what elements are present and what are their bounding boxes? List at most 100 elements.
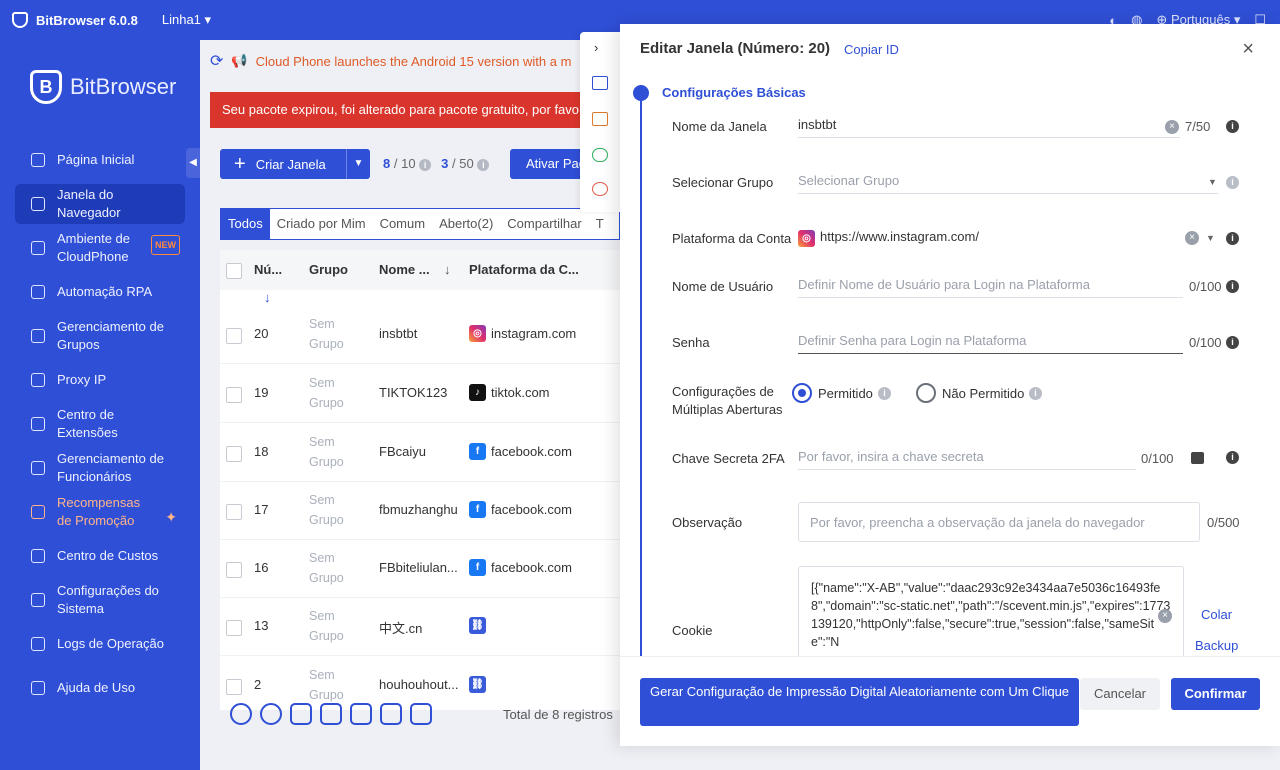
row-checkbox[interactable] [226,504,242,520]
close-icon[interactable]: × [1242,38,1254,61]
refresh-icon[interactable]: ⟳ [210,51,223,71]
sidebar-item-browser-window[interactable]: Janela do Navegador [15,184,185,224]
close-all-icon[interactable] [260,703,282,725]
tab-all[interactable]: Todos [221,209,270,239]
batch-close-icon[interactable] [290,703,312,725]
table-row[interactable]: 20 Sem Grupo insbtbt ◎ instagram.com [220,306,620,364]
select-all-checkbox[interactable] [226,263,242,279]
sidebar-item-proxy[interactable]: Proxy IP [15,370,185,390]
username-input[interactable]: Definir Nome de Usuário para Login na Pl… [798,274,1183,298]
announcement-text[interactable]: Cloud Phone launches the Android 15 vers… [256,54,572,69]
sidebar-item-extensions[interactable]: Centro de Extensões [15,406,185,442]
allowed-radio-label[interactable]: Permitido [818,386,873,401]
row-checkbox[interactable] [226,679,242,695]
clear-icon[interactable]: × [1165,120,1179,134]
info-icon[interactable]: i [1226,451,1239,464]
column-platform[interactable]: Plataforma da C... [469,262,579,277]
group-select[interactable]: Selecionar Grupo [798,170,1218,194]
row-checkbox[interactable] [226,387,242,403]
cookie-textarea[interactable]: [{"name":"X-AB","value":"daac293c92e3434… [798,566,1184,658]
sidebar-item-cloudphone[interactable]: Ambiente de CloudPhone NEW [15,230,185,266]
row-checkbox[interactable] [226,328,242,344]
row-checkbox[interactable] [226,446,242,462]
clear-icon[interactable]: × [1158,609,1172,623]
backup-cookie-link[interactable]: Backup [1195,638,1238,653]
ip-icon[interactable] [592,112,608,126]
observation-textarea[interactable]: Por favor, preencha a observação da jane… [798,502,1200,542]
table-row[interactable]: 19 Sem Grupo TIKTOK123 ♪ tiktok.com [220,365,620,423]
table-row[interactable]: 13 Sem Grupo 中文.cn ⛓ [220,598,620,656]
tab-created-by-me[interactable]: Criado por Mim [270,209,373,239]
info-icon[interactable]: i [1029,387,1042,400]
window-icon[interactable] [350,703,372,725]
row-group: Sem Grupo [309,551,344,585]
sidebar-item-settings[interactable]: Configurações do Sistema [15,582,185,618]
sidebar-item-label: Ambiente de CloudPhone [57,231,130,264]
activate-package-button[interactable]: Ativar Pac [510,149,590,179]
sidebar-item-costs[interactable]: Centro de Custos [15,546,185,566]
line-selector[interactable]: Linha1 ▾ [162,12,211,28]
trash-restore-icon[interactable] [380,703,402,725]
megaphone-icon: 📢 [231,53,248,68]
sidebar-item-help[interactable]: Ajuda de Uso [15,678,185,698]
sidebar-item-employees[interactable]: Gerenciamento de Funcionários [15,450,185,486]
paste-cookie-link[interactable]: Colar [1201,607,1232,622]
info-icon[interactable]: i [1226,232,1239,245]
create-window-button[interactable]: + Criar Janela ▼ [220,149,370,179]
fingerprint-icon[interactable] [230,703,252,725]
sidebar-collapse-button[interactable]: ◀ [186,148,200,178]
tab-shared[interactable]: Compartilhar [500,209,588,239]
windows-table: Nú... Grupo Nome ... ↓ Plataforma da C..… [220,250,620,715]
row-platform: ⛓ [469,617,486,634]
basic-settings-icon[interactable] [592,76,608,90]
tab-more[interactable]: T [589,209,611,239]
info-icon[interactable]: i [1226,120,1239,133]
password-input[interactable]: Definir Senha para Login na Plataforma [798,330,1183,354]
sidebar-item-rpa[interactable]: Automação RPA [15,282,185,302]
create-window-dropdown[interactable]: ▼ [346,149,370,179]
confirm-button[interactable]: Confirmar [1171,678,1260,710]
toggle-icon[interactable] [592,148,608,162]
row-checkbox[interactable] [226,620,242,636]
tab-open[interactable]: Aberto(2) [432,209,500,239]
chevron-down-icon[interactable]: ▼ [1206,233,1215,243]
window-name-input[interactable]: insbtbt [798,114,1180,138]
copy-id-link[interactable]: Copiar ID [844,42,899,57]
secret-2fa-input[interactable]: Por favor, insira a chave secreta [798,446,1136,470]
fingerprint-icon[interactable] [592,182,608,196]
sidebar-item-label: Gerenciamento de Grupos [57,319,164,352]
platform-select[interactable]: https://www.instagram.com/ [820,226,1218,250]
info-icon[interactable]: i [1226,176,1239,189]
sidebar-item-rewards[interactable]: Recompensas de Promoção ✦ [15,494,185,530]
info-icon[interactable]: i [878,387,891,400]
column-number[interactable]: Nú... [254,262,282,277]
window-name-label: Nome da Janela [672,119,767,134]
not-allowed-radio[interactable] [916,383,936,403]
tab-common[interactable]: Comum [373,209,433,239]
clear-icon[interactable]: × [1185,231,1199,245]
table-row[interactable]: 16 Sem Grupo FBbiteliulan... f facebook.c… [220,540,620,598]
trash-icon[interactable] [410,703,432,725]
sort-down-icon[interactable]: ↓ [444,262,451,277]
table-row[interactable]: 18 Sem Grupo FBcaiyu f facebook.com [220,424,620,482]
column-group[interactable]: Grupo [309,262,348,277]
info-icon[interactable]: i [419,158,432,171]
chevron-right-icon[interactable]: › [594,40,598,55]
sidebar-item-home[interactable]: Página Inicial [15,150,185,170]
image-upload-icon[interactable] [1191,452,1204,464]
sidebar-item-groups[interactable]: Gerenciamento de Grupos [15,318,185,354]
not-allowed-radio-label[interactable]: Não Permitido [942,386,1024,401]
info-icon[interactable]: i [1226,280,1239,293]
table-row[interactable]: 17 Sem Grupo fbmuzhanghu f facebook.com [220,482,620,540]
info-icon[interactable]: i [1226,336,1239,349]
cancel-button[interactable]: Cancelar [1080,678,1160,710]
robot-icon[interactable] [320,703,342,725]
column-name[interactable]: Nome ... [379,262,430,277]
info-icon[interactable]: i [477,158,490,171]
chevron-down-icon[interactable]: ▼ [1208,177,1217,187]
allowed-radio[interactable] [792,383,812,403]
sidebar-item-logs[interactable]: Logs de Operação [15,634,185,654]
generate-fingerprint-button[interactable]: Gerar Configuração de Impressão Digital … [640,678,1079,726]
row-checkbox[interactable] [226,562,242,578]
sort-arrow-icon[interactable]: ↓ [264,290,271,305]
